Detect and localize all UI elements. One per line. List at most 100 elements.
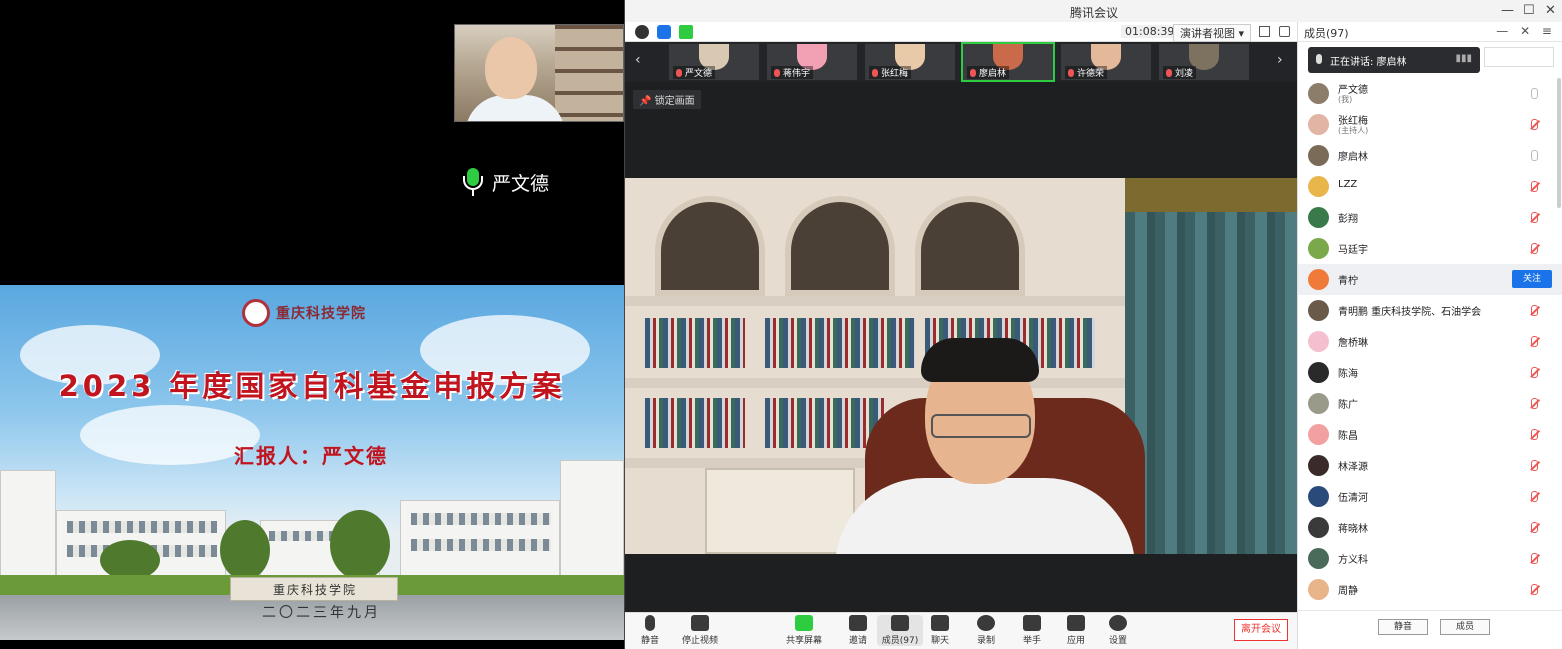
chat-button[interactable]: 聊天 xyxy=(917,615,963,646)
participant-name: 方义科 xyxy=(1338,555,1368,566)
lock-view-button[interactable]: 📌 锁定画面 xyxy=(633,90,701,109)
video-tile-active[interactable]: 廖启林 xyxy=(961,42,1055,82)
panel-window-controls[interactable]: — ✕ ≡ xyxy=(1496,24,1556,38)
apps-button[interactable]: 应用 xyxy=(1053,615,1099,646)
participant-row[interactable]: 张红梅 (主持人) xyxy=(1298,109,1562,140)
mic-muted-icon[interactable] xyxy=(1531,491,1538,502)
speaker-name-tag: 严文德 xyxy=(462,168,549,196)
record-icon xyxy=(977,615,995,631)
participant-row[interactable]: 伍清河 xyxy=(1298,481,1562,512)
participant-avatar xyxy=(1308,238,1329,259)
mic-icon xyxy=(676,68,682,77)
participant-row[interactable]: 廖启林 xyxy=(1298,140,1562,171)
mic-muted-icon[interactable] xyxy=(1531,305,1538,316)
participant-row[interactable]: 青明鹏 重庆科技学院、石油学会 xyxy=(1298,295,1562,326)
mic-muted-icon[interactable] xyxy=(1531,429,1538,440)
share-screen-button[interactable]: 共享屏幕 xyxy=(781,615,827,646)
mic-muted-icon[interactable] xyxy=(1531,460,1538,471)
mic-icon[interactable] xyxy=(1531,88,1538,99)
mute-button[interactable]: 静音 xyxy=(627,615,673,646)
raise-hand-button[interactable]: 举手 xyxy=(1009,615,1055,646)
participant-row[interactable]: 周静 xyxy=(1298,574,1562,605)
mic-muted-icon[interactable] xyxy=(1531,398,1538,409)
strip-prev-arrow-icon[interactable]: ‹ xyxy=(635,52,641,68)
tile-name: 刘凌 xyxy=(1175,69,1194,79)
mute-all-button[interactable]: 静音 xyxy=(1378,619,1428,635)
participant-row[interactable]: 林泽源 xyxy=(1298,450,1562,481)
microphone-icon xyxy=(1316,54,1322,64)
speaker-body xyxy=(835,478,1135,554)
view-mode-button[interactable]: 演讲者视图 ▾ xyxy=(1173,24,1252,42)
participant-name: 廖启林 xyxy=(1338,152,1368,163)
participant-avatar xyxy=(1308,548,1329,569)
settings-button[interactable]: 设置 xyxy=(1095,615,1141,646)
participant-name: 伍清河 xyxy=(1338,493,1368,504)
mic-muted-icon[interactable] xyxy=(1531,181,1538,192)
info-icon[interactable] xyxy=(635,25,649,39)
panel-footer: 静音 成员 xyxy=(1298,610,1562,649)
maximize-button[interactable]: ☐ xyxy=(1523,3,1535,18)
video-tile[interactable]: 张红梅 xyxy=(865,44,955,80)
participants-title: 成员(97) xyxy=(1304,27,1349,40)
mic-icon xyxy=(1068,68,1074,77)
participant-avatar xyxy=(1308,517,1329,538)
mic-muted-icon[interactable] xyxy=(1531,336,1538,347)
tile-name: 蒋伟宇 xyxy=(783,69,811,79)
participant-name: 林泽源 xyxy=(1338,462,1368,473)
speaker-camera-thumbnail[interactable] xyxy=(454,24,624,122)
video-tile[interactable]: 严文德 xyxy=(669,44,759,80)
close-button[interactable]: ✕ xyxy=(1545,3,1556,18)
participant-row[interactable]: 马廷宇 xyxy=(1298,233,1562,264)
mic-icon xyxy=(774,68,780,77)
participant-name: 陈海 xyxy=(1338,369,1358,380)
bookshelf-background xyxy=(555,25,623,121)
participant-search-input[interactable] xyxy=(1484,47,1554,67)
mic-muted-icon[interactable] xyxy=(1531,522,1538,533)
leave-meeting-button[interactable]: 离开会议 xyxy=(1234,619,1288,641)
network-signal-icon[interactable] xyxy=(679,25,693,39)
layout-toggle-icon[interactable] xyxy=(1279,26,1290,37)
mic-muted-icon[interactable] xyxy=(1531,243,1538,254)
speaker-head xyxy=(485,37,537,99)
record-button[interactable]: 录制 xyxy=(963,615,1009,646)
security-shield-icon[interactable] xyxy=(657,25,671,39)
participant-action-button[interactable]: 关注 xyxy=(1512,270,1552,288)
participant-row[interactable]: 蒋晓林 xyxy=(1298,512,1562,543)
main-speaker-video[interactable] xyxy=(625,178,1297,554)
participant-row[interactable]: LZZ xyxy=(1298,171,1562,202)
participant-list-scrollbar[interactable] xyxy=(1557,78,1561,208)
participant-name: 青柠 xyxy=(1338,276,1358,287)
school-logo-text: 重庆科技学院 xyxy=(276,306,366,322)
video-strip: ‹ 严文德 蒋伟宇 张红梅 廖启林 许德荣 刘凌 › xyxy=(625,42,1297,82)
participant-row[interactable]: 青柠 关注 xyxy=(1298,264,1562,295)
title-bar: 腾讯会议 — ☐ ✕ xyxy=(625,0,1562,22)
participant-row[interactable]: 陈海 xyxy=(1298,357,1562,388)
mic-muted-icon[interactable] xyxy=(1531,584,1538,595)
participant-row[interactable]: 方义科 xyxy=(1298,543,1562,574)
invite-button[interactable]: 邀请 xyxy=(835,615,881,646)
participant-avatar xyxy=(1308,176,1329,197)
minimize-button[interactable]: — xyxy=(1501,3,1514,18)
participant-avatar xyxy=(1308,83,1329,104)
participant-row[interactable]: 彭翔 xyxy=(1298,202,1562,233)
tile-name: 严文德 xyxy=(685,69,713,79)
members-manage-button[interactable]: 成员 xyxy=(1440,619,1490,635)
strip-next-arrow-icon[interactable]: › xyxy=(1277,52,1283,68)
apps-grid-icon xyxy=(1067,615,1085,631)
mic-muted-icon[interactable] xyxy=(1531,553,1538,564)
meeting-window: 腾讯会议 — ☐ ✕ 01:08:39 演讲者视图 ▾ ‹ 严文德 蒋伟宇 张红… xyxy=(624,0,1562,649)
participant-row[interactable]: 严文德 (我) xyxy=(1298,78,1562,109)
mic-muted-icon[interactable] xyxy=(1531,119,1538,130)
stone-sign-text: 重庆科技学院 xyxy=(272,583,357,597)
participant-row[interactable]: 陈昌 xyxy=(1298,419,1562,450)
participant-row[interactable]: 陈广 xyxy=(1298,388,1562,419)
video-tile[interactable]: 刘凌 xyxy=(1159,44,1249,80)
mic-muted-icon[interactable] xyxy=(1531,367,1538,378)
participant-row[interactable]: 詹桥琳 xyxy=(1298,326,1562,357)
mic-icon[interactable] xyxy=(1531,150,1538,161)
video-tile[interactable]: 许德荣 xyxy=(1061,44,1151,80)
fullscreen-icon[interactable] xyxy=(1259,26,1270,37)
video-tile[interactable]: 蒋伟宇 xyxy=(767,44,857,80)
stop-video-button[interactable]: 停止视频 xyxy=(677,615,723,646)
mic-muted-icon[interactable] xyxy=(1531,212,1538,223)
